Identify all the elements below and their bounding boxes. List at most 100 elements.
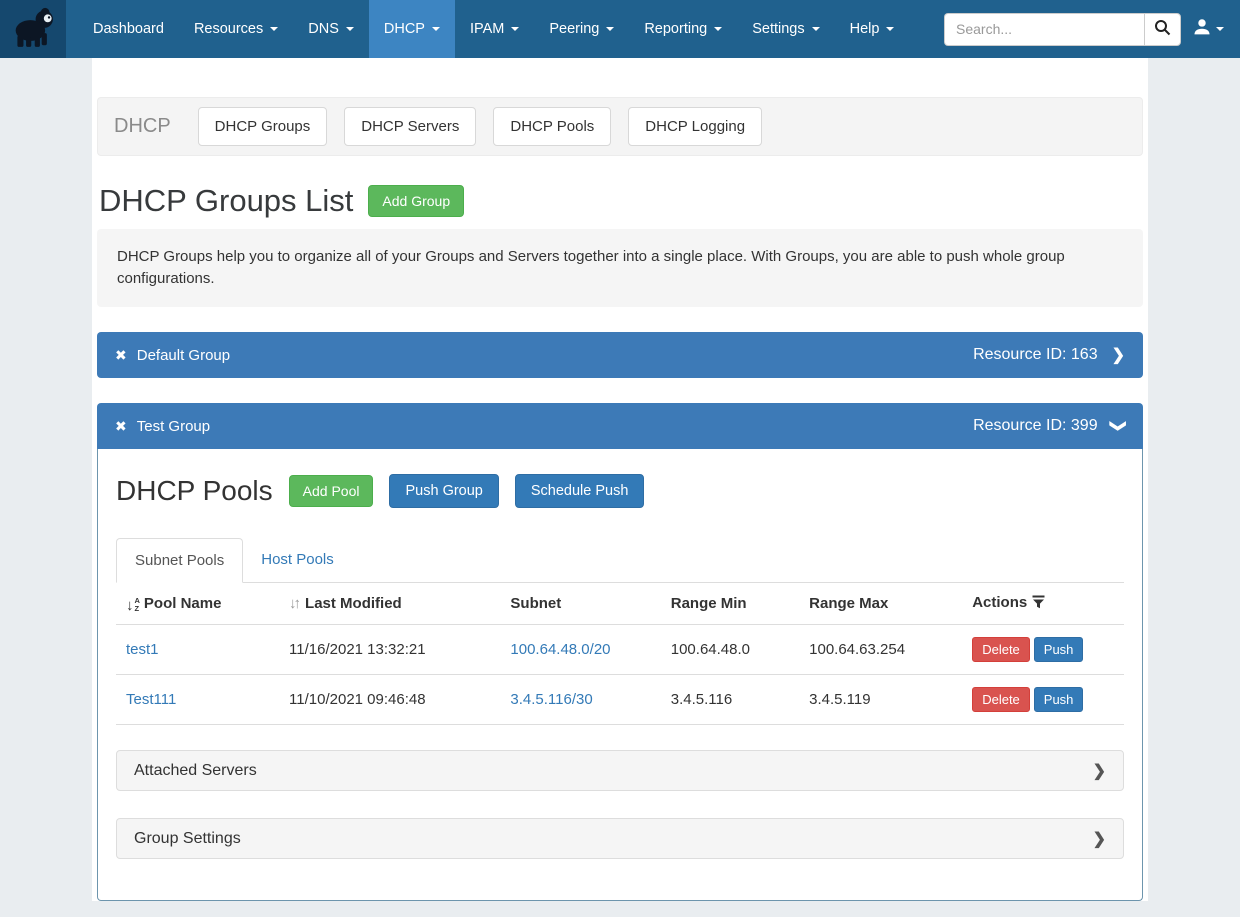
caret-down-icon — [714, 27, 722, 31]
range-min-cell: 100.64.48.0 — [661, 625, 799, 675]
column-label: Subnet — [510, 595, 561, 612]
caret-down-icon — [1216, 27, 1224, 31]
chevron-right-icon: ❯ — [1093, 829, 1106, 849]
app-logo[interactable] — [0, 0, 66, 58]
column-header-actions: Actions — [962, 583, 1124, 625]
search-group — [944, 13, 1181, 46]
add-pool-button[interactable]: Add Pool — [289, 475, 374, 507]
caret-down-icon — [432, 27, 440, 31]
attached-servers-accordion[interactable]: Attached Servers ❯ — [116, 750, 1124, 791]
delete-group-icon[interactable]: ✖ — [115, 347, 127, 364]
group-name: Default Group — [137, 347, 230, 364]
nav-label: Settings — [752, 21, 804, 37]
search-button[interactable] — [1144, 13, 1181, 46]
table-row: Test111 11/10/2021 09:46:48 3.4.5.116/30… — [116, 675, 1124, 725]
caret-down-icon — [346, 27, 354, 31]
dhcp-groups-button[interactable]: DHCP Groups — [198, 107, 328, 146]
chevron-down-icon[interactable]: ❯ — [1108, 420, 1128, 433]
subnet-link[interactable]: 3.4.5.116/30 — [510, 691, 592, 708]
sort-icon[interactable]: ↓↑ — [289, 595, 298, 612]
table-row: test1 11/16/2021 13:32:21 100.64.48.0/20… — [116, 625, 1124, 675]
pools-title: DHCP Pools — [116, 475, 273, 507]
user-menu[interactable] — [1193, 18, 1224, 41]
range-min-cell: 3.4.5.116 — [661, 675, 799, 725]
sort-arrow: ↓ — [126, 598, 134, 613]
group-header-right: Resource ID: 163 ❯ — [973, 345, 1125, 365]
last-modified-cell: 11/10/2021 09:46:48 — [279, 675, 500, 725]
navbar-right — [944, 0, 1240, 58]
nav-item-peering[interactable]: Peering — [534, 0, 629, 58]
nav-item-dashboard[interactable]: Dashboard — [78, 0, 179, 58]
nav-label: Peering — [549, 21, 599, 37]
nav-label: DNS — [308, 21, 339, 37]
group-settings-accordion[interactable]: Group Settings ❯ — [116, 818, 1124, 859]
subnet-link[interactable]: 100.64.48.0/20 — [510, 641, 610, 658]
column-header-range-min[interactable]: Range Min — [661, 583, 799, 625]
resource-id-label: Resource ID: 163 — [973, 346, 1098, 364]
schedule-push-button[interactable]: Schedule Push — [515, 474, 645, 508]
add-group-button[interactable]: Add Group — [368, 185, 464, 217]
sort-letter-z: Z — [135, 605, 140, 613]
dhcp-pools-button[interactable]: DHCP Pools — [493, 107, 611, 146]
search-icon — [1154, 19, 1171, 39]
pool-name-link[interactable]: Test111 — [126, 691, 176, 708]
accordion-label: Group Settings — [134, 830, 241, 848]
nav-item-settings[interactable]: Settings — [737, 0, 834, 58]
pool-name-link[interactable]: test1 — [126, 641, 159, 658]
column-label: Last Modified — [305, 595, 402, 612]
group-header-test-group[interactable]: ✖ Test Group Resource ID: 399 ❯ — [97, 403, 1143, 449]
user-icon — [1193, 18, 1211, 41]
dhcp-section-bar: DHCP DHCP Groups DHCP Servers DHCP Pools… — [97, 97, 1143, 156]
chevron-right-icon[interactable]: ❯ — [1112, 345, 1125, 365]
table-header-row: ↓AZ Pool Name ↓↑ Last Modified Subnet Rang… — [116, 583, 1124, 625]
top-navbar: Dashboard Resources DNS DHCP IPAM Peerin… — [0, 0, 1240, 58]
caret-down-icon — [886, 27, 894, 31]
pool-tabs: Subnet Pools Host Pools — [116, 538, 1124, 583]
delete-button[interactable]: Delete — [972, 637, 1030, 662]
column-header-range-max[interactable]: Range Max — [799, 583, 962, 625]
push-button[interactable]: Push — [1034, 687, 1084, 712]
nav-label: Help — [850, 21, 880, 37]
nav-label: IPAM — [470, 21, 504, 37]
search-input[interactable] — [944, 13, 1144, 46]
column-header-subnet[interactable]: Subnet — [500, 583, 660, 625]
column-label: Actions — [972, 594, 1027, 611]
caret-down-icon — [511, 27, 519, 31]
tab-host-pools[interactable]: Host Pools — [243, 538, 352, 582]
column-header-pool-name[interactable]: ↓AZ Pool Name — [116, 583, 279, 625]
group-header-default-group[interactable]: ✖ Default Group Resource ID: 163 ❯ — [97, 332, 1143, 378]
nav-item-ipam[interactable]: IPAM — [455, 0, 534, 58]
nav-item-reporting[interactable]: Reporting — [629, 0, 737, 58]
nav-item-help[interactable]: Help — [835, 0, 910, 58]
dhcp-servers-button[interactable]: DHCP Servers — [344, 107, 476, 146]
content-wrapper: DHCP DHCP Groups DHCP Servers DHCP Pools… — [92, 58, 1148, 901]
nav-label: Dashboard — [93, 21, 164, 37]
nav-item-dns[interactable]: DNS — [293, 0, 369, 58]
nav-item-dhcp[interactable]: DHCP — [369, 0, 455, 58]
column-label: Pool Name — [144, 595, 222, 612]
resource-id-label: Resource ID: 399 — [973, 417, 1098, 435]
nav-item-resources[interactable]: Resources — [179, 0, 293, 58]
test-group-panel: DHCP Pools Add Pool Push Group Schedule … — [97, 449, 1143, 901]
dhcp-logging-button[interactable]: DHCP Logging — [628, 107, 762, 146]
push-group-button[interactable]: Push Group — [389, 474, 498, 508]
section-title: DHCP — [114, 115, 171, 138]
page-description: DHCP Groups help you to organize all of … — [97, 229, 1143, 307]
filter-icon[interactable] — [1032, 596, 1045, 613]
group-header-right: Resource ID: 399 ❯ — [973, 416, 1125, 436]
caret-down-icon — [270, 27, 278, 31]
caret-down-icon — [606, 27, 614, 31]
accordion-label: Attached Servers — [134, 762, 257, 780]
group-name: Test Group — [137, 418, 210, 435]
panda-logo-icon — [7, 4, 59, 55]
column-header-last-modified[interactable]: ↓↑ Last Modified — [279, 583, 500, 625]
nav-label: Resources — [194, 21, 263, 37]
caret-down-icon — [812, 27, 820, 31]
chevron-right-icon: ❯ — [1093, 761, 1106, 781]
range-max-cell: 100.64.63.254 — [799, 625, 962, 675]
tab-subnet-pools[interactable]: Subnet Pools — [116, 538, 243, 583]
sort-alpha-asc-icon[interactable]: ↓AZ — [126, 597, 140, 613]
delete-group-icon[interactable]: ✖ — [115, 418, 127, 435]
push-button[interactable]: Push — [1034, 637, 1084, 662]
delete-button[interactable]: Delete — [972, 687, 1030, 712]
